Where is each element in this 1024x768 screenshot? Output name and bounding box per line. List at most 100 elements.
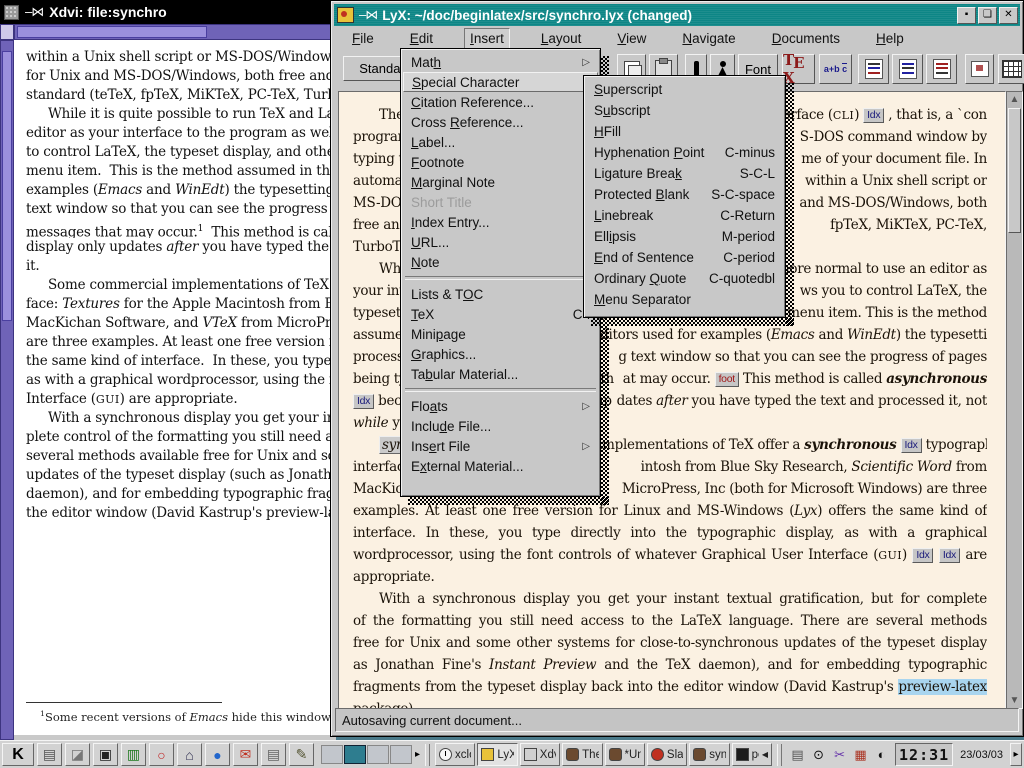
globe-launcher[interactable]: ●	[205, 743, 230, 766]
menu-item-tabular-material[interactable]: Tabular Material...	[403, 364, 598, 384]
task-button-xcloc[interactable]: xcloc	[435, 743, 475, 766]
pager-desktop-1[interactable]	[321, 745, 343, 764]
menu-item-external-material[interactable]: External Material...	[403, 456, 598, 476]
menu-item-special-character[interactable]: Special Character	[403, 72, 598, 92]
menu-item-floats[interactable]: Floats▷	[403, 396, 598, 416]
task-button-sync[interactable]: sync	[689, 743, 729, 766]
menu-item-menu-separator[interactable]: Menu Separator	[586, 289, 783, 310]
xdvi-vscroll-thumb[interactable]	[2, 51, 12, 321]
help-launcher[interactable]: ○	[149, 743, 174, 766]
idx-inset-badge[interactable]: Idx	[901, 438, 922, 453]
xdvi-horizontal-scrollbar[interactable]	[14, 24, 336, 40]
menu-item-index-entry[interactable]: Index Entry...	[403, 212, 598, 232]
xdvi-hscroll-thumb[interactable]	[17, 26, 207, 38]
tex-mode-button[interactable]: TEX	[782, 54, 815, 84]
menu-item-hfill[interactable]: HFill	[586, 121, 783, 142]
xdvi-vertical-scrollbar[interactable]	[0, 40, 14, 740]
konsole-launcher[interactable]: ▥	[121, 743, 146, 766]
menubar-item-edit[interactable]: Edit	[405, 29, 438, 48]
menu-item-cross-reference[interactable]: Cross Reference...	[403, 112, 598, 132]
menu-item-graphics[interactable]: Graphics...	[403, 344, 598, 364]
xdvi-text-line: editor as your interface to the program …	[26, 124, 336, 143]
idx-inset-badge[interactable]: Idx	[863, 108, 884, 123]
menubar-item-navigate[interactable]: Navigate	[677, 29, 740, 48]
documents-launcher[interactable]: ▤	[261, 743, 286, 766]
menu-item-minipage[interactable]: Minipage	[403, 324, 598, 344]
print-manager-tray[interactable]: ▤	[787, 744, 808, 765]
pager-desktop-4[interactable]	[390, 745, 412, 764]
menu-item-url[interactable]: URL...	[403, 232, 598, 252]
terminal-launcher[interactable]: ▣	[93, 743, 118, 766]
menu-item-ligature-break[interactable]: Ligature BreakS-C-L	[586, 163, 783, 184]
maximize-button[interactable]: ❏	[978, 7, 997, 24]
xdvi-titlebar[interactable]: –⋈ Xdvi: file:synchro	[0, 0, 336, 24]
menubar-item-view[interactable]: View	[612, 29, 651, 48]
idx-inset-badge[interactable]: Idx	[353, 394, 374, 409]
pager-arrow-icon[interactable]: ▸	[415, 749, 420, 760]
depth-button[interactable]	[926, 54, 957, 84]
task-button-lyx[interactable]: LyX:	[477, 743, 517, 766]
menu-item-citation-reference[interactable]: Citation Reference...	[403, 92, 598, 112]
iconify-button[interactable]: ▪	[957, 7, 976, 24]
menu-item-short-title[interactable]: Short Title	[403, 192, 598, 212]
scroll-thumb[interactable]	[1008, 108, 1021, 233]
task-button-theg[interactable]: The G	[562, 743, 602, 766]
wm-pin-icon[interactable]: –⋈	[25, 4, 43, 20]
menubar-item-insert[interactable]: Insert	[464, 28, 510, 49]
window-list-launcher[interactable]: ▤	[37, 743, 62, 766]
taskbar-clock[interactable]: 12:31	[895, 743, 953, 766]
menu-item-math[interactable]: Math▷	[403, 52, 598, 72]
insert-figure-button[interactable]	[965, 54, 994, 84]
close-button[interactable]: ✕	[999, 7, 1018, 24]
idx-inset-badge[interactable]: Idx	[939, 548, 960, 563]
menu-item-footnote[interactable]: Footnote	[403, 152, 598, 172]
insert-table-button[interactable]	[998, 54, 1024, 84]
task-button-xdvi[interactable]: Xdvi	[520, 743, 560, 766]
menubar-item-help[interactable]: Help	[871, 29, 909, 48]
menu-item-label[interactable]: Label...	[403, 132, 598, 152]
organizer-tray[interactable]: ▦	[850, 744, 871, 765]
foot-inset-badge[interactable]: foot	[715, 372, 739, 387]
lyx-titlebar[interactable]: –⋈ LyX: ~/doc/beginlatex/src/synchro.lyx…	[334, 4, 1020, 26]
task-button-pete[interactable]: pete◀	[732, 743, 772, 766]
menu-item-end-of-sentence[interactable]: End of SentenceC-period	[586, 247, 783, 268]
menubar-item-file[interactable]: File	[347, 29, 379, 48]
menu-item-include-file[interactable]: Include File...	[403, 416, 598, 436]
panel-hide-button[interactable]: ▸	[1010, 743, 1022, 766]
menu-item-superscript[interactable]: Superscript	[586, 79, 783, 100]
menu-item-protected-blank[interactable]: Protected BlankS-C-space	[586, 184, 783, 205]
pager-desktop-3[interactable]	[367, 745, 389, 764]
math-mode-button[interactable]: a+b c	[819, 54, 852, 84]
noun-style-button[interactable]	[892, 54, 923, 84]
task-button-slas[interactable]: Slas	[647, 743, 687, 766]
menu-item-hyphenation-point[interactable]: Hyphenation PointC-minus	[586, 142, 783, 163]
menu-item-ellipsis[interactable]: EllipsisM-period	[586, 226, 783, 247]
scroll-down-icon[interactable]: ▼	[1007, 693, 1022, 708]
klipper-tray[interactable]: ✂	[829, 744, 850, 765]
menu-item-note[interactable]: Note	[403, 252, 598, 272]
k-menu-launcher[interactable]: K	[2, 743, 34, 766]
task-button-unti[interactable]: *Unti	[605, 743, 645, 766]
idx-inset-badge[interactable]: Idx	[912, 548, 933, 563]
menu-item-linebreak[interactable]: LinebreakC-Return	[586, 205, 783, 226]
menubar-item-layout[interactable]: Layout	[536, 29, 587, 48]
wm-pin-icon[interactable]: –⋈	[359, 7, 377, 23]
pager-desktop-2[interactable]	[344, 745, 366, 764]
menubar-item-documents[interactable]: Documents	[767, 29, 845, 48]
emph-style-button[interactable]	[858, 54, 889, 84]
desktop: –⋈ Xdvi: file:synchro within a Unix shel…	[0, 0, 1024, 768]
scroll-up-icon[interactable]: ▲	[1007, 92, 1022, 107]
menu-item-marginal-note[interactable]: Marginal Note	[403, 172, 598, 192]
menu-item-ordinary-quote[interactable]: Ordinary QuoteC-quotedbl	[586, 268, 783, 289]
power-tray[interactable]: ⊙	[808, 744, 829, 765]
menu-item-subscript[interactable]: Subscript	[586, 100, 783, 121]
editor-launcher[interactable]: ✎	[289, 743, 314, 766]
menu-item-insert-file[interactable]: Insert File▷	[403, 436, 598, 456]
kmail-launcher[interactable]: ✉	[233, 743, 258, 766]
menu-item-tex[interactable]: TeXC-l	[403, 304, 598, 324]
menu-item-lists-toc[interactable]: Lists & TOC	[403, 284, 598, 304]
document-scrollbar[interactable]: ▲ ▼	[1006, 91, 1023, 709]
moon-phase-tray[interactable]: ◐	[871, 744, 892, 765]
home-launcher[interactable]: ⌂	[177, 743, 202, 766]
show-desktop-launcher[interactable]: ◪	[65, 743, 90, 766]
